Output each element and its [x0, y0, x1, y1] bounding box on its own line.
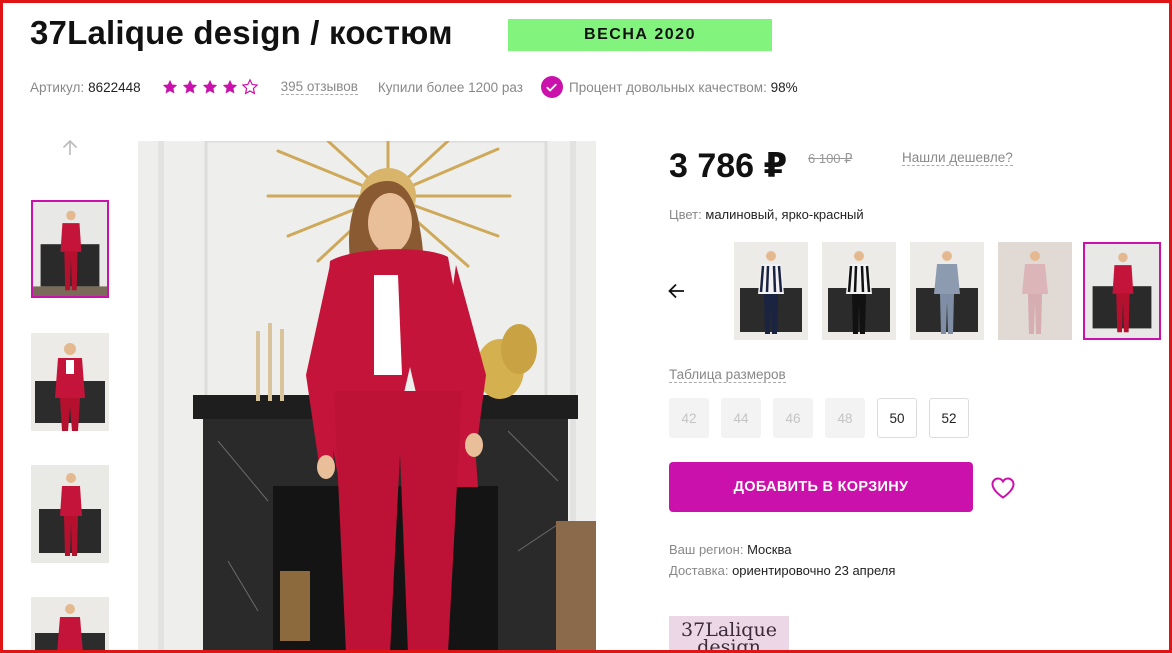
article-value: 8622448: [88, 79, 141, 95]
region-info: Ваш регион: Москва: [669, 542, 791, 557]
color-option-photo: [1085, 244, 1159, 338]
gallery-thumbnail-4[interactable]: [31, 597, 109, 653]
size-option-46: 46: [773, 398, 813, 438]
current-price: 3 786 ₽: [669, 147, 788, 185]
size-option-44: 44: [721, 398, 761, 438]
satisfaction-value: 98%: [770, 79, 798, 95]
gallery-thumbnail-1[interactable]: [31, 200, 109, 298]
color-option-crimson[interactable]: [1083, 242, 1161, 340]
color-option-photo: [998, 242, 1072, 340]
color-value: малиновый, ярко-красный: [705, 207, 864, 222]
gallery-thumbnail-3[interactable]: [31, 465, 109, 563]
gallery-thumbnail-2[interactable]: [31, 333, 109, 431]
color-label: Цвет:: [669, 207, 702, 222]
season-badge: ВЕСНА 2020: [508, 19, 772, 51]
main-product-photo[interactable]: [138, 141, 596, 653]
satisfaction-text: Процент довольных качеством: 98%: [569, 80, 798, 95]
add-to-cart-button[interactable]: ДОБАВИТЬ В КОРЗИНУ: [669, 462, 973, 512]
size-selector: 42 44 46 48 50 52: [669, 398, 969, 438]
thumbnail-photo: [31, 597, 109, 653]
arrow-left-icon[interactable]: [667, 281, 687, 301]
star-icon: [222, 79, 237, 94]
satisfaction-label: Процент довольных качеством:: [568, 79, 767, 95]
brand-logo[interactable]: 37Lalique design: [669, 616, 789, 653]
star-icon: [182, 79, 197, 94]
size-table-link[interactable]: Таблица размеров: [669, 367, 786, 383]
delivery-label: Доставка:: [669, 563, 729, 578]
star-outline-icon: [241, 78, 259, 95]
thumbnail-photo: [31, 465, 109, 563]
color-option-stripes-white[interactable]: [734, 242, 808, 340]
heart-icon[interactable]: [990, 476, 1016, 500]
rating-stars: [161, 78, 259, 96]
color-info: Цвет: малиновый, ярко-красный: [669, 207, 864, 222]
color-option-photo: [822, 242, 896, 340]
found-cheaper-link[interactable]: Нашли дешевле?: [902, 150, 1013, 166]
size-option-48: 48: [825, 398, 865, 438]
delivery-value: ориентировочно 23 апреля: [732, 563, 896, 578]
reviews-link[interactable]: 395 отзывов: [280, 79, 358, 95]
arrow-up-icon[interactable]: [60, 138, 80, 158]
old-price: 6 100 ₽: [808, 151, 853, 166]
star-icon: [202, 79, 217, 94]
delivery-info: Доставка: ориентировочно 23 апреля: [669, 563, 895, 578]
color-option-grey-blue[interactable]: [910, 242, 984, 340]
color-option-pink[interactable]: [998, 242, 1072, 340]
color-option-photo: [734, 242, 808, 340]
product-title: 37Lalique design / костюм: [30, 14, 453, 51]
star-icon: [162, 79, 177, 94]
color-option-photo: [910, 242, 984, 340]
size-option-50[interactable]: 50: [877, 398, 917, 438]
product-photo-illustration: [138, 141, 596, 653]
check-circle-icon: [540, 76, 563, 98]
bought-count: Купили более 1200 раз: [377, 79, 523, 95]
region-value: Москва: [747, 542, 792, 557]
thumbnail-photo: [31, 333, 109, 431]
color-option-stripes-black[interactable]: [822, 242, 896, 340]
region-label: Ваш регион:: [669, 542, 744, 557]
product-meta-row: Артикул: 8622448 395 отзывов Купили боле…: [30, 76, 798, 98]
size-option-42: 42: [669, 398, 709, 438]
brand-logo-text: 37Lalique design: [681, 619, 777, 653]
thumbnail-photo: [33, 202, 107, 296]
article-label: Артикул:: [30, 79, 85, 95]
size-option-52[interactable]: 52: [929, 398, 969, 438]
